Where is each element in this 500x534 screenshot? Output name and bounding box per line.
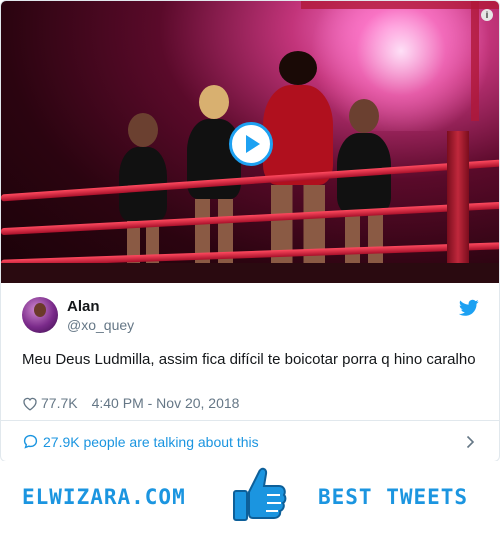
ring-post <box>447 131 469 283</box>
singer <box>263 51 333 275</box>
chevron-right-icon <box>466 435 475 449</box>
twitter-bird-icon[interactable] <box>459 299 479 317</box>
author-handle[interactable]: @xo_quey <box>67 317 134 333</box>
tweet-meta: 77.7K 4:40 PM - Nov 20, 2018 <box>22 395 239 411</box>
site-brand-text[interactable]: ELWIZARA.COM <box>22 485 186 509</box>
ring-rope <box>1 201 499 236</box>
play-button[interactable] <box>229 122 273 166</box>
embedded-tweet-card: i Alan @xo_quey Meu Deus Ludmilla, assim… <box>0 0 500 462</box>
like-count[interactable]: 77.7K <box>41 395 78 411</box>
conversation-label: 27.9K people are talking about this <box>43 433 259 450</box>
conversation-link[interactable]: 27.9K people are talking about this <box>1 420 499 461</box>
best-tweets-text: BEST TWEETS <box>318 485 469 509</box>
heart-icon[interactable] <box>22 396 38 411</box>
avatar[interactable] <box>22 297 58 333</box>
tweet-timestamp[interactable]: 4:40 PM - Nov 20, 2018 <box>92 395 240 411</box>
video-media[interactable]: i <box>1 1 499 283</box>
tweet-text: Meu Deus Ludmilla, assim fica difícil te… <box>22 351 476 368</box>
author-name[interactable]: Alan <box>67 298 100 315</box>
info-icon[interactable]: i <box>481 9 493 21</box>
stage-truss-vertical <box>471 1 479 121</box>
play-icon <box>246 135 260 153</box>
ring-apron <box>1 263 499 283</box>
speech-bubble-icon <box>23 434 38 449</box>
thumbs-up-icon <box>233 467 287 521</box>
